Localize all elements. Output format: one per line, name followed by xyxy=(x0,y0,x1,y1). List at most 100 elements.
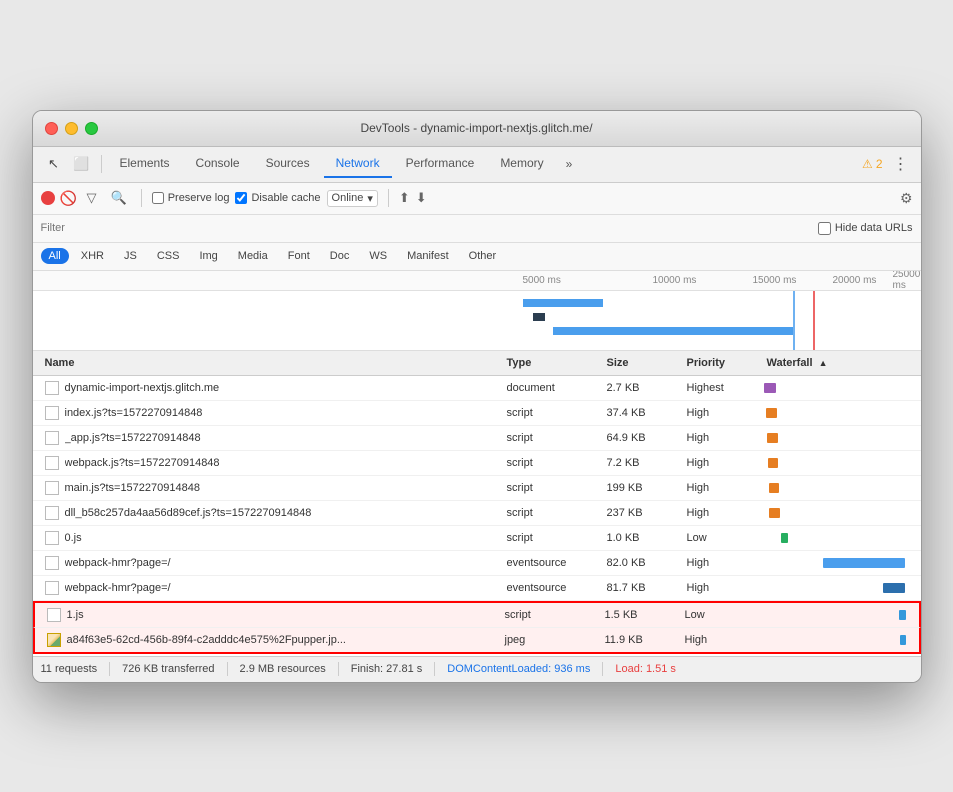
timeline-label-15000: 15000 ms xyxy=(753,275,797,286)
resources-size: 2.9 MB resources xyxy=(240,663,326,675)
table-row[interactable]: _app.js?ts=1572270914848script64.9 KBHig… xyxy=(33,426,921,451)
size-cell: 1.0 KB xyxy=(603,529,683,547)
name-cell: webpack-hmr?page=/ xyxy=(41,553,503,573)
table-row[interactable]: main.js?ts=1572270914848script199 KBHigh xyxy=(33,476,921,501)
filter-img[interactable]: Img xyxy=(191,248,225,264)
waterfall-cell xyxy=(763,403,913,423)
row-name: dynamic-import-nextjs.glitch.me xyxy=(65,382,220,394)
filter-ws[interactable]: WS xyxy=(361,248,395,264)
dom-loaded-line xyxy=(793,291,795,351)
record-button[interactable] xyxy=(41,191,55,205)
priority-cell: Low xyxy=(683,529,763,547)
filter-js[interactable]: JS xyxy=(116,248,145,264)
minimize-button[interactable] xyxy=(65,122,78,135)
table-row[interactable]: 1.jsscript1.5 KBLow xyxy=(33,601,921,628)
filter-media[interactable]: Media xyxy=(230,248,276,264)
size-cell: 11.9 KB xyxy=(601,631,681,649)
toolbar-separator-2 xyxy=(141,189,142,207)
filter-font[interactable]: Font xyxy=(280,248,318,264)
settings-button[interactable]: ⚙ xyxy=(900,190,913,207)
device-toolbar-button[interactable]: ⬜ xyxy=(69,152,95,176)
devtools-window: DevTools - dynamic-import-nextjs.glitch.… xyxy=(32,110,922,683)
tab-sources[interactable]: Sources xyxy=(254,150,322,178)
disable-cache-checkbox[interactable]: Disable cache xyxy=(235,192,320,204)
timeline-label-25000: 25000 ms xyxy=(893,271,921,292)
filter-input[interactable] xyxy=(41,222,810,234)
close-button[interactable] xyxy=(45,122,58,135)
name-cell: _app.js?ts=1572270914848 xyxy=(41,428,503,448)
hide-data-urls-checkbox[interactable]: Hide data URLs xyxy=(818,222,913,235)
size-cell: 81.7 KB xyxy=(603,579,683,597)
table-row[interactable]: dynamic-import-nextjs.glitch.medocument2… xyxy=(33,376,921,401)
timeline-bar-1 xyxy=(523,299,603,307)
table-row[interactable]: dll_b58c257da4aa56d89cef.js?ts=157227091… xyxy=(33,501,921,526)
filter-xhr[interactable]: XHR xyxy=(73,248,112,264)
menu-button[interactable]: ⋮ xyxy=(889,152,913,176)
status-sep-2 xyxy=(227,662,228,676)
name-cell: main.js?ts=1572270914848 xyxy=(41,478,503,498)
waterfall-bar xyxy=(766,408,777,418)
throttle-select[interactable]: Online ▾ xyxy=(327,190,378,207)
th-priority[interactable]: Priority xyxy=(683,355,763,371)
name-cell: 0.js xyxy=(41,528,503,548)
search-button[interactable]: 🔍 xyxy=(107,188,131,208)
waterfall-bar xyxy=(900,635,906,645)
stop-recording-button[interactable]: 🚫 xyxy=(61,190,77,206)
waterfall-bar xyxy=(769,483,780,493)
preserve-log-checkbox[interactable]: Preserve log xyxy=(152,192,230,204)
window-title: DevTools - dynamic-import-nextjs.glitch.… xyxy=(360,121,592,135)
table-row[interactable]: webpack-hmr?page=/eventsource81.7 KBHigh xyxy=(33,576,921,601)
preserve-log-input[interactable] xyxy=(152,192,164,204)
waterfall-bar xyxy=(764,383,776,393)
filter-all[interactable]: All xyxy=(41,248,69,264)
tab-console[interactable]: Console xyxy=(184,150,252,178)
table-row[interactable]: webpack-hmr?page=/eventsource82.0 KBHigh xyxy=(33,551,921,576)
finish-time: Finish: 27.81 s xyxy=(351,663,423,675)
priority-cell: Low xyxy=(681,606,761,624)
filter-manifest[interactable]: Manifest xyxy=(399,248,457,264)
th-waterfall[interactable]: Waterfall ▲ xyxy=(763,355,913,371)
size-cell: 64.9 KB xyxy=(603,429,683,447)
row-name: _app.js?ts=1572270914848 xyxy=(65,432,201,444)
warning-count: 2 xyxy=(876,157,883,171)
tab-memory[interactable]: Memory xyxy=(488,150,555,178)
throttle-arrow: ▾ xyxy=(367,192,373,205)
tab-elements[interactable]: Elements xyxy=(108,150,182,178)
maximize-button[interactable] xyxy=(85,122,98,135)
import-button[interactable]: ⬆ xyxy=(399,190,410,206)
file-icon xyxy=(45,381,59,395)
disable-cache-input[interactable] xyxy=(235,192,247,204)
priority-cell: High xyxy=(683,429,763,447)
main-toolbar: ↖ ⬜ Elements Console Sources Network Per… xyxy=(33,147,921,183)
waterfall-cell xyxy=(763,528,913,548)
size-cell: 1.5 KB xyxy=(601,606,681,624)
file-icon xyxy=(45,406,59,420)
table-header: Name Type Size Priority Waterfall ▲ xyxy=(33,351,921,376)
table-row[interactable]: webpack.js?ts=1572270914848script7.2 KBH… xyxy=(33,451,921,476)
waterfall-bar xyxy=(769,508,780,518)
waterfall-cell xyxy=(763,503,913,523)
cursor-tool-button[interactable]: ↖ xyxy=(41,152,67,176)
file-icon xyxy=(47,608,61,622)
more-tabs-button[interactable]: » xyxy=(562,151,577,177)
th-name[interactable]: Name xyxy=(41,355,503,371)
filter-css[interactable]: CSS xyxy=(149,248,188,264)
export-button[interactable]: ⬇ xyxy=(416,190,427,206)
table-row[interactable]: index.js?ts=1572270914848script37.4 KBHi… xyxy=(33,401,921,426)
table-row[interactable]: a84f63e5-62cd-456b-89f4-c2adddc4e575%2Fp… xyxy=(33,628,921,654)
tab-network[interactable]: Network xyxy=(324,150,392,178)
name-cell: a84f63e5-62cd-456b-89f4-c2adddc4e575%2Fp… xyxy=(43,630,501,650)
th-size[interactable]: Size xyxy=(603,355,683,371)
status-sep-4 xyxy=(434,662,435,676)
th-type[interactable]: Type xyxy=(503,355,603,371)
tab-performance[interactable]: Performance xyxy=(394,150,487,178)
filter-button[interactable]: ▽ xyxy=(83,188,101,208)
row-name: a84f63e5-62cd-456b-89f4-c2adddc4e575%2Fp… xyxy=(67,634,347,646)
warning-badge: ⚠ 2 xyxy=(862,157,882,171)
title-bar: DevTools - dynamic-import-nextjs.glitch.… xyxy=(33,111,921,147)
filter-doc[interactable]: Doc xyxy=(322,248,358,264)
filter-other[interactable]: Other xyxy=(461,248,505,264)
timeline-label-5000: 5000 ms xyxy=(523,275,561,286)
hide-data-urls-input[interactable] xyxy=(818,222,831,235)
table-row[interactable]: 0.jsscript1.0 KBLow xyxy=(33,526,921,551)
